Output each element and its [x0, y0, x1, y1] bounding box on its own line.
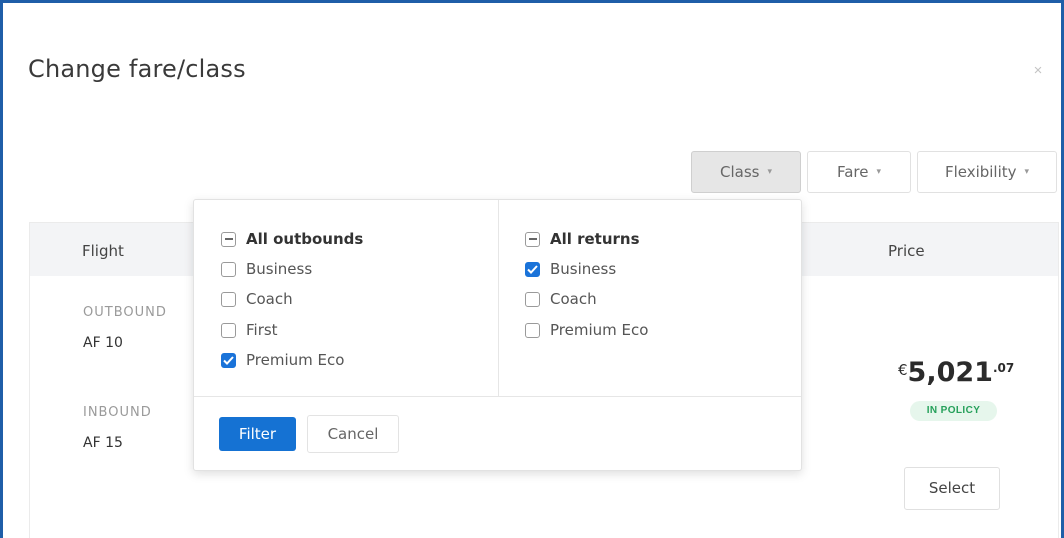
return-option-label: Premium Eco: [550, 321, 649, 339]
outbound-coach-checkbox[interactable]: Coach: [221, 290, 293, 308]
price-amount: 5,021: [907, 357, 993, 388]
minus-icon: [221, 231, 236, 247]
checkbox-icon: [221, 261, 236, 277]
outbound-first-checkbox[interactable]: First: [221, 321, 278, 339]
flexibility-filter-label: Flexibility: [944, 163, 1017, 181]
checkmark-icon: [221, 352, 236, 368]
column-header-flight: Flight: [82, 242, 124, 260]
dropdown-footer: Filter Cancel: [194, 396, 801, 472]
cancel-button[interactable]: Cancel: [307, 415, 399, 453]
outbound-premium-eco-checkbox[interactable]: Premium Eco: [221, 351, 344, 369]
column-header-price: Price: [888, 242, 925, 260]
return-coach-checkbox[interactable]: Coach: [525, 290, 597, 308]
all-outbounds-label: All outbounds: [246, 230, 364, 248]
checkbox-icon: [221, 322, 236, 338]
caret-down-icon: ▾: [1024, 167, 1030, 177]
return-premium-eco-checkbox[interactable]: Premium Eco: [525, 321, 648, 339]
outbound-business-checkbox[interactable]: Business: [221, 260, 312, 278]
modal-title: Change fare/class: [28, 55, 246, 83]
fare-price: €5,021.07: [898, 357, 1014, 388]
all-outbounds-checkbox[interactable]: All outbounds: [221, 230, 363, 248]
in-policy-badge: IN POLICY: [910, 401, 997, 421]
class-filter-label: Class: [720, 163, 760, 181]
outbound-option-label: Business: [246, 260, 313, 278]
outbound-label: OUTBOUND: [83, 305, 167, 320]
caret-down-icon: ▾: [767, 167, 772, 177]
minus-icon: [525, 231, 540, 247]
outbound-option-label: Premium Eco: [246, 351, 345, 369]
inbound-label: INBOUND: [83, 405, 152, 420]
outbound-option-label: Coach: [246, 290, 293, 308]
outbound-option-label: First: [246, 321, 278, 339]
checkmark-icon: [525, 261, 540, 277]
return-business-checkbox[interactable]: Business: [525, 260, 616, 278]
all-returns-checkbox[interactable]: All returns: [525, 230, 640, 248]
close-icon[interactable]: ×: [1030, 63, 1046, 79]
outbound-flight-number: AF 10: [83, 335, 123, 351]
price-cents: .07: [992, 361, 1015, 375]
return-option-label: Coach: [550, 290, 597, 308]
class-filter-dropdown: All outbounds Business Coach First Premi…: [193, 199, 802, 471]
flexibility-filter-button[interactable]: Flexibility ▾: [917, 151, 1057, 193]
returns-column: All returns Business Coach Premium Eco: [499, 200, 803, 396]
class-filter-button[interactable]: Class ▾: [691, 151, 801, 193]
checkbox-icon: [525, 322, 540, 338]
outbounds-column: All outbounds Business Coach First Premi…: [194, 200, 499, 396]
inbound-flight-number: AF 15: [83, 435, 123, 451]
fare-filter-label: Fare: [836, 163, 869, 181]
all-returns-label: All returns: [550, 230, 640, 248]
price-currency: €: [898, 361, 908, 379]
fare-filter-button[interactable]: Fare ▾: [807, 151, 911, 193]
modal-dialog: Change fare/class × Class ▾ Fare ▾ Flexi…: [0, 0, 1064, 538]
filter-button[interactable]: Filter: [219, 417, 296, 451]
return-option-label: Business: [550, 260, 617, 278]
checkbox-icon: [221, 291, 236, 307]
caret-down-icon: ▾: [876, 167, 882, 177]
checkbox-icon: [525, 291, 540, 307]
select-fare-button[interactable]: Select: [904, 467, 1000, 510]
